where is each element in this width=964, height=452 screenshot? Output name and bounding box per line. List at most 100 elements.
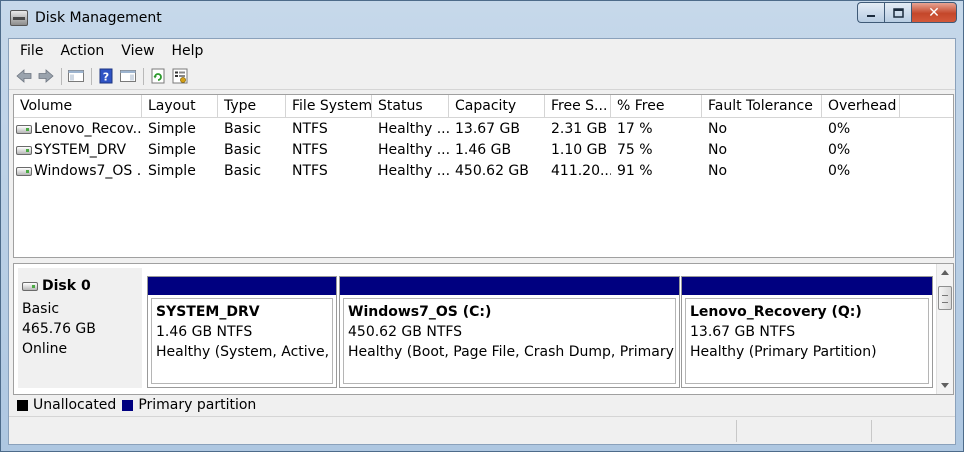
- volume-name: Lenovo_Recov...: [34, 121, 142, 137]
- volume-name: SYSTEM_DRV: [34, 142, 127, 158]
- partition-system-drv[interactable]: SYSTEM_DRV 1.46 GB NTFS Healthy (System,…: [147, 276, 337, 388]
- partition-size-fs: 450.62 GB NTFS: [348, 324, 463, 340]
- volume-disk-icon: [16, 167, 32, 176]
- menu-file[interactable]: File: [20, 43, 43, 59]
- disk-graphical-view[interactable]: Disk 0 Basic 465.76 GB Online SYSTEM_DRV…: [13, 263, 954, 395]
- toolbar-separator: [91, 68, 92, 85]
- percent-free-cell: 75 %: [617, 142, 653, 158]
- menu-help[interactable]: Help: [172, 43, 204, 59]
- partition-header-bar: [682, 277, 932, 295]
- toolbar-separator: [143, 68, 144, 85]
- volume-cell: Lenovo_Recov...: [14, 119, 142, 140]
- toolbar-separator: [61, 68, 62, 85]
- properties-button[interactable]: [171, 68, 189, 84]
- capacity-cell: 450.62 GB: [455, 163, 529, 179]
- help-icon: ?: [99, 68, 113, 84]
- volume-name: Windows7_OS ...: [34, 163, 142, 179]
- forward-button[interactable]: [37, 68, 55, 84]
- help-button[interactable]: ?: [97, 68, 115, 84]
- menu-action[interactable]: Action: [60, 43, 104, 59]
- partition-lenovo-recovery[interactable]: Lenovo_Recovery (Q:) 13.67 GB NTFS Healt…: [681, 276, 933, 388]
- partition-header-bar: [148, 277, 336, 295]
- volume-disk-icon: [16, 146, 32, 155]
- status-cell: Healthy ...: [378, 142, 449, 158]
- legend-label-unallocated: Unallocated: [33, 397, 117, 413]
- window-title: Disk Management: [35, 10, 162, 26]
- show-hide-action-pane-button[interactable]: [119, 68, 137, 84]
- show-hide-action-pane-icon: [120, 70, 136, 82]
- free-space-cell: 1.10 GB: [551, 142, 608, 158]
- column-header-type[interactable]: Type: [218, 95, 286, 118]
- scroll-thumb[interactable]: [938, 286, 952, 310]
- partition-body: Lenovo_Recovery (Q:) 13.67 GB NTFS Healt…: [685, 298, 929, 384]
- column-header-file-system[interactable]: File System: [286, 95, 372, 118]
- maximize-button[interactable]: [884, 2, 911, 23]
- partition-body: SYSTEM_DRV 1.46 GB NTFS Healthy (System,…: [151, 298, 333, 384]
- minimize-icon: [867, 14, 875, 17]
- percent-free-cell: 91 %: [617, 163, 653, 179]
- partition-size-fs: 13.67 GB NTFS: [690, 324, 796, 340]
- column-header-percent-free[interactable]: % Free: [611, 95, 702, 118]
- legend-label-primary: Primary partition: [138, 397, 257, 413]
- column-header-overhead[interactable]: Overhead: [822, 95, 900, 118]
- title-bar[interactable]: Disk Management ✕: [1, 1, 963, 37]
- legend-swatch-primary: [122, 399, 134, 411]
- partition-name: SYSTEM_DRV: [156, 304, 260, 320]
- volume-list-header: Volume Layout Type File System Status Ca…: [14, 95, 953, 118]
- partition-header-bar: [340, 277, 679, 295]
- status-bar-divider: [736, 420, 737, 442]
- capacity-cell: 1.46 GB: [455, 142, 512, 158]
- volume-list[interactable]: Volume Layout Type File System Status Ca…: [13, 94, 954, 258]
- status-cell: Healthy ...: [378, 163, 449, 179]
- partition-size-fs: 1.46 GB NTFS: [156, 324, 253, 340]
- caption-buttons: ✕: [857, 2, 957, 23]
- show-hide-console-tree-button[interactable]: [67, 68, 85, 84]
- disk-type: Basic: [22, 301, 60, 317]
- minimize-button[interactable]: [857, 2, 884, 23]
- partition-status: Healthy (Boot, Page File, Crash Dump, Pr…: [348, 344, 676, 360]
- column-header-capacity[interactable]: Capacity: [449, 95, 545, 118]
- close-icon: ✕: [928, 4, 940, 21]
- disk-management-app-icon[interactable]: [10, 10, 28, 26]
- menu-bar: File Action View Help: [9, 39, 955, 63]
- column-header-status[interactable]: Status: [372, 95, 449, 118]
- column-header-fault-tolerance[interactable]: Fault Tolerance: [702, 95, 822, 118]
- close-button[interactable]: ✕: [911, 2, 957, 23]
- partition-name: Lenovo_Recovery (Q:): [690, 304, 862, 320]
- column-header-volume[interactable]: Volume: [14, 95, 142, 118]
- column-header-layout[interactable]: Layout: [142, 95, 218, 118]
- layout-cell: Simple: [148, 163, 196, 179]
- partition-windows7-os[interactable]: Windows7_OS (C:) 450.62 GB NTFS Healthy …: [339, 276, 680, 388]
- volume-row[interactable]: Lenovo_Recov... Simple Basic NTFS Health…: [14, 119, 953, 140]
- status-cell: Healthy ...: [378, 121, 449, 137]
- disk-name: Disk 0: [42, 278, 91, 294]
- type-cell: Basic: [224, 142, 262, 158]
- scroll-down-arrow-icon[interactable]: [941, 383, 949, 388]
- svg-text:?: ?: [103, 71, 109, 84]
- scroll-up-arrow-icon[interactable]: [941, 270, 949, 275]
- menu-view[interactable]: View: [121, 43, 154, 59]
- back-button[interactable]: [15, 68, 33, 84]
- show-hide-console-tree-icon: [68, 70, 84, 82]
- layout-cell: Simple: [148, 121, 196, 137]
- vertical-scrollbar[interactable]: [936, 264, 953, 394]
- disk-state: Online: [22, 341, 68, 357]
- overhead-cell: 0%: [828, 163, 851, 179]
- column-header-free-space[interactable]: Free S...: [545, 95, 611, 118]
- toolbar: ?: [9, 63, 955, 90]
- disk-0-label[interactable]: Disk 0 Basic 465.76 GB Online: [18, 268, 142, 388]
- status-bar: [9, 416, 955, 444]
- percent-free-cell: 17 %: [617, 121, 653, 137]
- volume-row[interactable]: Windows7_OS ... Simple Basic NTFS Health…: [14, 161, 953, 182]
- refresh-button[interactable]: [149, 68, 167, 84]
- partition-body: Windows7_OS (C:) 450.62 GB NTFS Healthy …: [343, 298, 676, 384]
- legend-swatch-unallocated: [17, 399, 28, 411]
- partition-status: Healthy (Primary Partition): [690, 344, 877, 360]
- volume-row[interactable]: SYSTEM_DRV Simple Basic NTFS Healthy ...…: [14, 140, 953, 161]
- overhead-cell: 0%: [828, 121, 851, 137]
- partition-name: Windows7_OS (C:): [348, 304, 492, 320]
- properties-icon: [172, 68, 188, 84]
- type-cell: Basic: [224, 163, 262, 179]
- disk-management-window: Disk Management ✕ File Action View Help: [0, 0, 964, 452]
- volume-disk-icon: [16, 125, 32, 134]
